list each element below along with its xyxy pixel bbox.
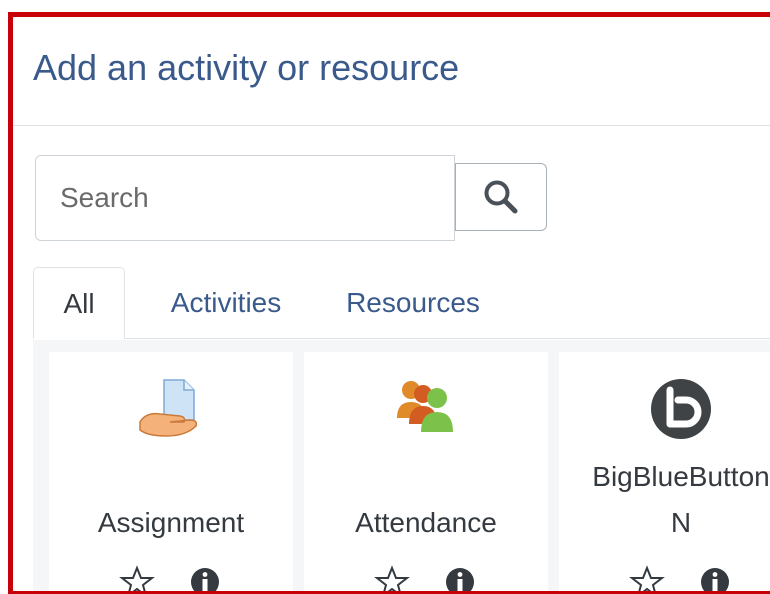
search-button[interactable] [455,163,547,231]
module-actions [559,564,770,594]
info-icon[interactable] [697,564,733,594]
star-icon[interactable] [119,564,155,594]
info-icon[interactable] [187,564,223,594]
search-input[interactable] [35,155,455,241]
module-actions [304,564,548,594]
module-name-line-2: N [670,507,692,538]
module-name: Assignment [97,507,245,538]
modal-title: Add an activity or resource [33,47,460,88]
tab-all[interactable]: All [33,267,125,339]
tab-bar: All Activities Resources [33,267,770,339]
module-card-attendance[interactable]: Attendance [304,352,548,594]
module-name: Attendance [355,507,497,538]
search-icon [484,180,518,214]
module-card-bigbluebutton[interactable]: BigBlueButton N [559,352,770,594]
module-card-assignment[interactable]: Assignment [49,352,293,594]
tab-activities[interactable]: Activities [151,267,301,339]
info-icon[interactable] [442,564,478,594]
star-icon[interactable] [374,564,410,594]
star-icon[interactable] [629,564,665,594]
module-name-line-1: BigBlueButton [592,461,770,492]
modal-window: Add an activity or resource All Activiti… [8,12,770,594]
bigbluebutton-icon [651,379,711,439]
assignment-icon [139,379,198,437]
tab-resources[interactable]: Resources [333,267,493,339]
header-divider [13,125,770,126]
module-actions [49,564,293,594]
attendance-icon [397,381,453,432]
